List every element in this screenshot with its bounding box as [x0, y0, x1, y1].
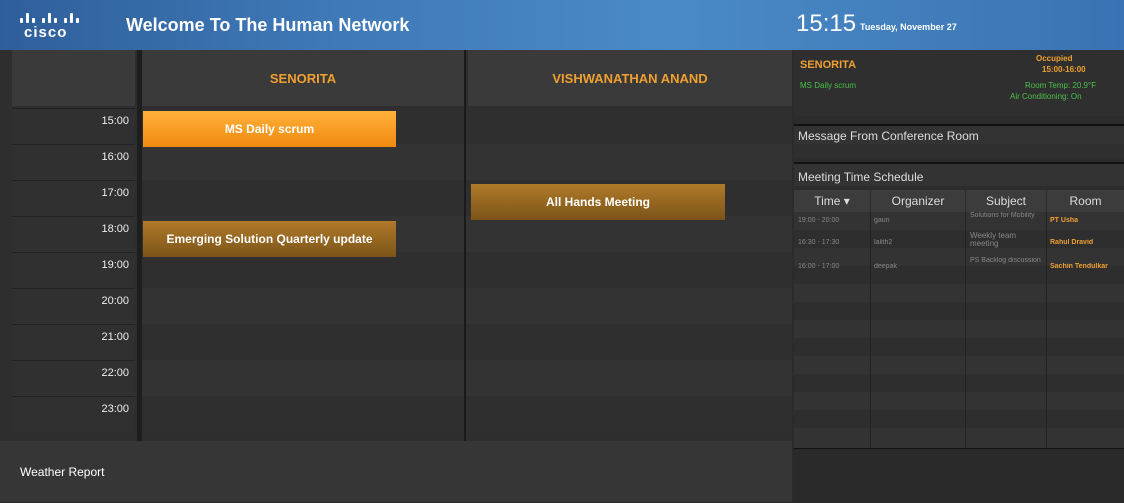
table-row	[794, 320, 1124, 338]
column-divider	[464, 50, 466, 441]
cell-organizer: deepak	[874, 263, 897, 270]
status-time-range: 15:00-16:00	[1042, 65, 1086, 74]
meeting-schedule-heading: Meeting Time Schedule	[794, 162, 1124, 186]
panel-footer	[794, 448, 1124, 503]
messages-heading: Message From Conference Room	[794, 124, 1124, 144]
room-status: SENORITA Occupied 15:00-16:00 MS Daily s…	[794, 50, 1124, 116]
cell-subject: Weekly team meeting	[970, 232, 1017, 248]
time-row	[142, 396, 792, 432]
event-emerging-solution-update[interactable]: Emerging Solution Quarterly update	[143, 221, 396, 257]
cell-room: Sachin Tendulkar	[1050, 263, 1108, 270]
status-room-name: SENORITA	[800, 59, 857, 71]
table-row	[794, 410, 1124, 428]
table-row	[794, 284, 1124, 302]
table-row	[794, 302, 1124, 320]
status-current-meeting: MS Daily scrum	[800, 81, 857, 90]
table-row	[794, 392, 1124, 410]
event-all-hands-meeting[interactable]: All Hands Meeting	[471, 184, 725, 220]
cell-room: PT Usha	[1050, 217, 1079, 224]
status-badge: Occupied	[1036, 54, 1073, 63]
cell-room: Rahul Dravid	[1050, 239, 1094, 246]
cisco-wordmark: cisco	[24, 24, 68, 41]
event-ms-daily-scrum[interactable]: MS Daily scrum	[143, 111, 396, 147]
hour-label: 19:00	[12, 252, 135, 288]
weather-report-bar	[0, 441, 792, 502]
current-date: Tuesday, November 27	[860, 22, 957, 32]
hour-label: 22:00	[12, 360, 135, 396]
time-row	[142, 252, 792, 288]
table-row	[794, 374, 1124, 392]
table-column-divider	[1046, 212, 1047, 448]
weather-report-label: Weather Report	[20, 465, 105, 479]
cell-organizer: gauri	[874, 217, 890, 224]
column-header-subject[interactable]: Subject	[966, 190, 1046, 212]
time-row	[142, 324, 792, 360]
corner-cell	[12, 50, 135, 106]
room-schedule-grid: SENORITA VISHWANATHAN ANAND 15:00 16:00 …	[0, 50, 792, 502]
room-header-vishwanathan-anand: VISHWANATHAN ANAND	[468, 50, 792, 106]
column-header-time[interactable]: Time ▾	[794, 190, 870, 212]
hour-label: 15:00	[12, 108, 135, 144]
cell-subject: Solutions for Mobility	[970, 212, 1035, 219]
hour-label: 20:00	[12, 288, 135, 324]
cell-organizer: lalith2	[874, 239, 893, 246]
time-row	[142, 144, 792, 180]
table-row	[794, 338, 1124, 356]
time-row	[142, 360, 792, 396]
cell-time: 16:00 - 17:00	[798, 263, 840, 270]
cisco-bars-icon	[18, 7, 79, 23]
hour-label: 18:00	[12, 216, 135, 252]
messages-area	[794, 144, 1124, 158]
column-header-organizer[interactable]: Organizer	[871, 190, 965, 212]
column-divider	[137, 50, 142, 441]
cisco-logo: cisco	[18, 7, 92, 43]
hour-label: 21:00	[12, 324, 135, 360]
table-column-divider	[870, 212, 871, 448]
hour-label: 23:00	[12, 396, 135, 432]
room-header-senorita: SENORITA	[142, 50, 464, 106]
hour-label: 17:00	[12, 180, 135, 216]
cell-time: 16:30 - 17:30	[798, 239, 840, 246]
status-air-conditioning: Air Conditioning: On	[1010, 92, 1082, 101]
header-bar: cisco Welcome To The Human Network 15:15…	[0, 0, 1124, 50]
cell-time: 19:00 - 20:00	[798, 217, 840, 224]
status-room-temp: Room Temp: 20.9°F	[1025, 81, 1097, 90]
table-column-divider	[965, 212, 966, 448]
table-row	[794, 428, 1124, 448]
column-header-room[interactable]: Room	[1047, 190, 1124, 212]
hour-label: 16:00	[12, 144, 135, 180]
table-row	[794, 356, 1124, 374]
time-row	[142, 288, 792, 324]
current-time: 15:15	[796, 10, 857, 37]
page-title: Welcome To The Human Network	[126, 15, 410, 35]
cell-subject: PS Backlog discussion	[970, 257, 1041, 264]
